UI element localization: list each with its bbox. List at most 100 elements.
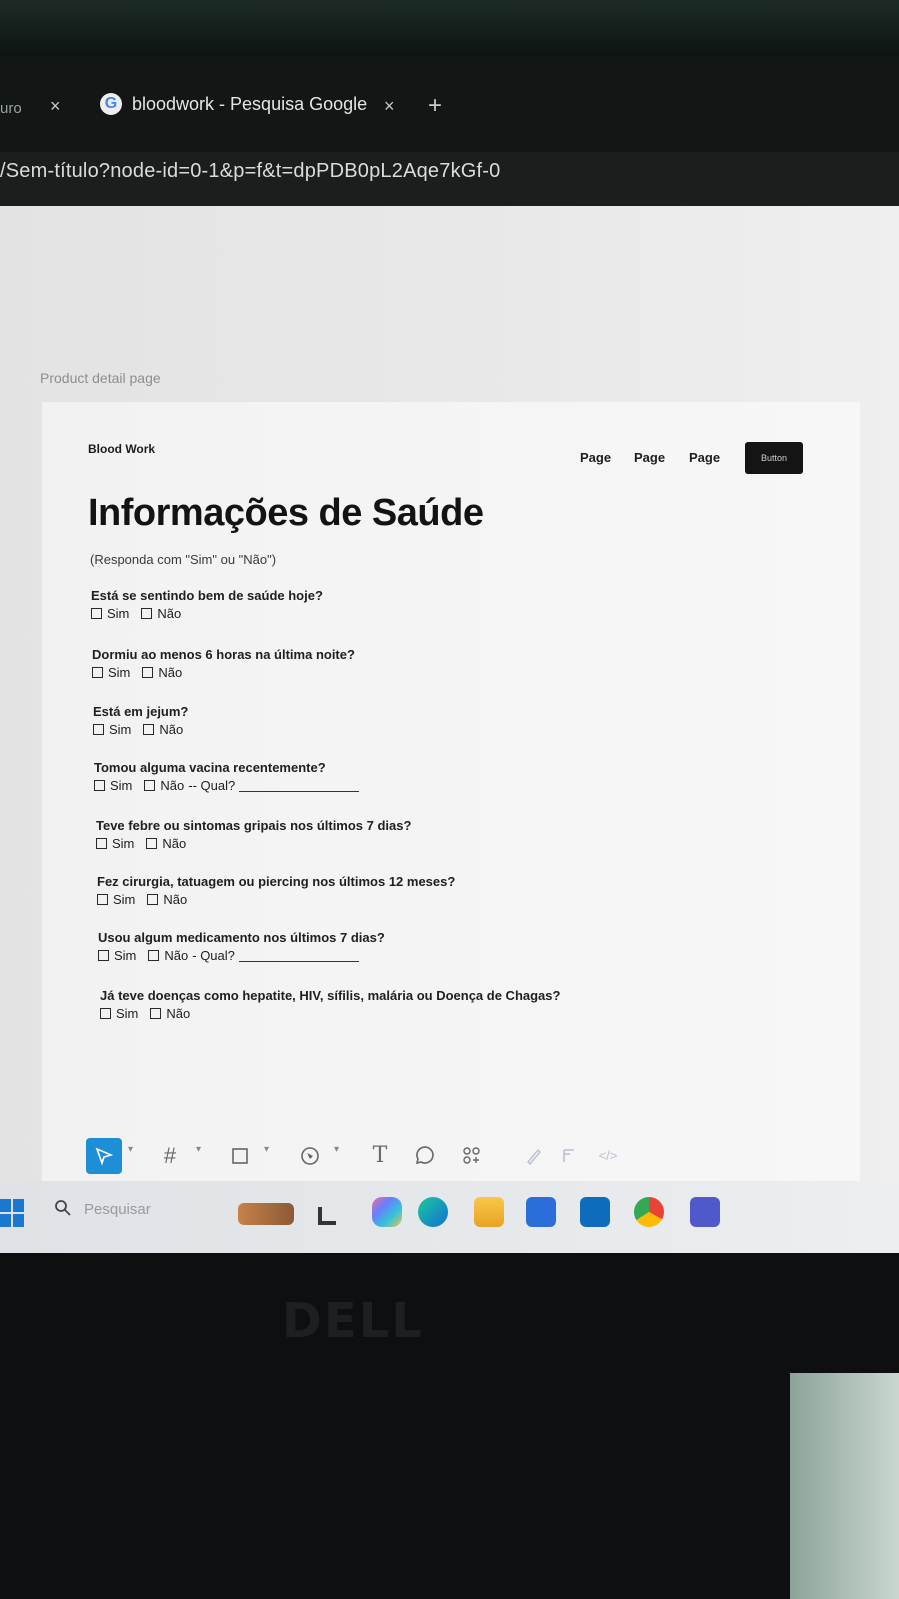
option-nao[interactable]: Não <box>150 1006 190 1021</box>
checkbox-icon[interactable] <box>93 724 104 735</box>
chevron-down-icon[interactable]: ▾ <box>264 1144 269 1155</box>
checkbox-icon[interactable] <box>141 608 153 619</box>
nav-link-3[interactable]: Page <box>689 450 720 465</box>
question-text: Está em jejum? <box>93 704 189 719</box>
taskbar-search-input[interactable]: Pesquisar <box>84 1201 151 1218</box>
question-text: Usou algum medicamento nos últimos 7 dia… <box>98 930 385 945</box>
option-nao[interactable]: Não <box>142 665 182 680</box>
checkbox-icon[interactable] <box>91 608 102 619</box>
checkbox-icon[interactable] <box>94 780 105 791</box>
question-4: Tomou alguma vacina recentemente? Sim Nã… <box>94 760 360 793</box>
move-tool-icon[interactable] <box>86 1138 122 1174</box>
design-canvas[interactable]: Product detail page Blood Work Page Page… <box>0 206 899 1182</box>
code-tool-icon[interactable]: </> <box>590 1138 626 1174</box>
teams-icon[interactable] <box>690 1197 720 1227</box>
option-nao[interactable]: Não <box>148 948 188 963</box>
microsoft-store-icon[interactable] <box>526 1197 556 1227</box>
windows-start-icon[interactable] <box>0 1197 24 1227</box>
qual-label: -- Qual? <box>188 778 236 793</box>
frame-tool-icon[interactable]: # <box>152 1138 188 1174</box>
monitor-bottom-bezel: DELL <box>0 1253 899 1599</box>
address-bar[interactable]: /Sem-título?node-id=0-1&p=f&t=dpPDB0pL2A… <box>0 152 899 208</box>
edge-icon[interactable] <box>418 1197 448 1227</box>
qual-input[interactable] <box>239 779 360 792</box>
question-text: Está se sentindo bem de saúde hoje? <box>91 588 323 603</box>
monitor-top-bezel <box>0 0 899 56</box>
checkbox-icon[interactable] <box>144 780 156 791</box>
new-tab-icon[interactable]: + <box>428 92 442 120</box>
browser-tab-bar: uro × G bloodwork - Pesquisa Google × + <box>0 56 899 166</box>
product-detail-frame[interactable]: Blood Work Page Page Page Button Informa… <box>42 402 860 1182</box>
background-window-glare <box>790 1373 899 1599</box>
nav-button[interactable]: Button <box>745 442 803 474</box>
checkbox-icon[interactable] <box>142 667 154 678</box>
active-tab-close-icon[interactable]: × <box>384 96 395 117</box>
question-text: Fez cirurgia, tatuagem ou piercing nos ú… <box>97 874 456 889</box>
question-8: Já teve doenças como hepatite, HIV, sífi… <box>100 988 560 1021</box>
option-nao[interactable]: Não <box>141 606 181 621</box>
comment-tool-icon[interactable] <box>406 1138 442 1174</box>
option-sim[interactable]: Sim <box>93 722 131 737</box>
monitor-brand-logo: DELL <box>282 1293 424 1349</box>
checkbox-icon[interactable] <box>147 894 159 905</box>
page-title: Informações de Saúde <box>88 492 484 534</box>
resources-tool-icon[interactable] <box>454 1138 490 1174</box>
qual-input[interactable] <box>238 949 359 962</box>
active-tab-title: bloodwork - Pesquisa Google <box>132 94 368 114</box>
chevron-down-icon[interactable]: ▾ <box>334 1144 339 1155</box>
option-sim[interactable]: Sim <box>96 836 134 851</box>
option-nao[interactable]: Não <box>147 892 187 907</box>
question-3: Está em jejum? Sim Não <box>93 704 195 737</box>
copilot-icon[interactable] <box>372 1197 402 1227</box>
draw-tool-icon[interactable] <box>516 1138 552 1174</box>
question-1: Está se sentindo bem de saúde hoje? Sim … <box>91 588 323 621</box>
nav-brand[interactable]: Blood Work <box>88 442 155 456</box>
previous-tab-label[interactable]: uro <box>0 100 22 117</box>
option-sim[interactable]: Sim <box>91 606 129 621</box>
option-sim[interactable]: Sim <box>98 948 136 963</box>
shape-tool-icon[interactable] <box>222 1138 258 1174</box>
checkbox-icon[interactable] <box>97 894 108 905</box>
file-explorer-icon[interactable] <box>474 1197 504 1227</box>
nav-link-1[interactable]: Page <box>580 450 611 465</box>
checkbox-icon[interactable] <box>143 724 155 735</box>
checkbox-icon[interactable] <box>98 950 109 961</box>
checkbox-icon[interactable] <box>148 950 160 961</box>
chevron-down-icon[interactable]: ▾ <box>128 1144 133 1155</box>
search-icon[interactable] <box>54 1199 72 1222</box>
question-7: Usou algum medicamento nos últimos 7 dia… <box>98 930 385 963</box>
option-sim[interactable]: Sim <box>97 892 135 907</box>
option-sim[interactable]: Sim <box>92 665 130 680</box>
option-nao[interactable]: Não <box>144 778 184 793</box>
option-sim[interactable]: Sim <box>100 1006 138 1021</box>
question-text: Teve febre ou sintomas gripais nos últim… <box>96 818 412 833</box>
form-instructions: (Responda com "Sim" ou "Não") <box>90 552 277 567</box>
address-bar-url[interactable]: /Sem-título?node-id=0-1&p=f&t=dpPDB0pL2A… <box>0 160 500 183</box>
option-sim[interactable]: Sim <box>94 778 132 793</box>
qual-label: - Qual? <box>192 948 235 963</box>
previous-tab-close-icon[interactable]: × <box>50 96 61 117</box>
frame-label[interactable]: Product detail page <box>40 370 161 386</box>
nav-link-2[interactable]: Page <box>634 450 665 465</box>
taskview-icon[interactable] <box>316 1197 346 1227</box>
option-nao[interactable]: Não <box>143 722 183 737</box>
text-tool-icon[interactable]: T <box>362 1138 398 1174</box>
pen-tool-icon[interactable] <box>292 1138 328 1174</box>
outlook-icon[interactable] <box>580 1197 610 1227</box>
checkbox-icon[interactable] <box>92 667 103 678</box>
option-nao[interactable]: Não <box>146 836 186 851</box>
checkbox-icon[interactable] <box>150 1008 162 1019</box>
google-icon: G <box>100 93 122 115</box>
question-5: Teve febre ou sintomas gripais nos últim… <box>96 818 411 851</box>
checkbox-icon[interactable] <box>100 1008 111 1019</box>
active-tab[interactable]: G bloodwork - Pesquisa Google <box>96 86 396 126</box>
checkbox-icon[interactable] <box>146 838 158 849</box>
dev-mode-tool-icon[interactable] <box>552 1138 588 1174</box>
windows-taskbar: Pesquisar <box>0 1181 899 1253</box>
widgets-icon[interactable] <box>238 1203 294 1225</box>
chrome-icon[interactable] <box>634 1197 664 1227</box>
question-6: Fez cirurgia, tatuagem ou piercing nos ú… <box>97 874 455 907</box>
checkbox-icon[interactable] <box>96 838 107 849</box>
figma-toolbar: ▾ # ▾ ▾ ▾ T </> <box>80 1138 640 1180</box>
chevron-down-icon[interactable]: ▾ <box>196 1144 201 1155</box>
